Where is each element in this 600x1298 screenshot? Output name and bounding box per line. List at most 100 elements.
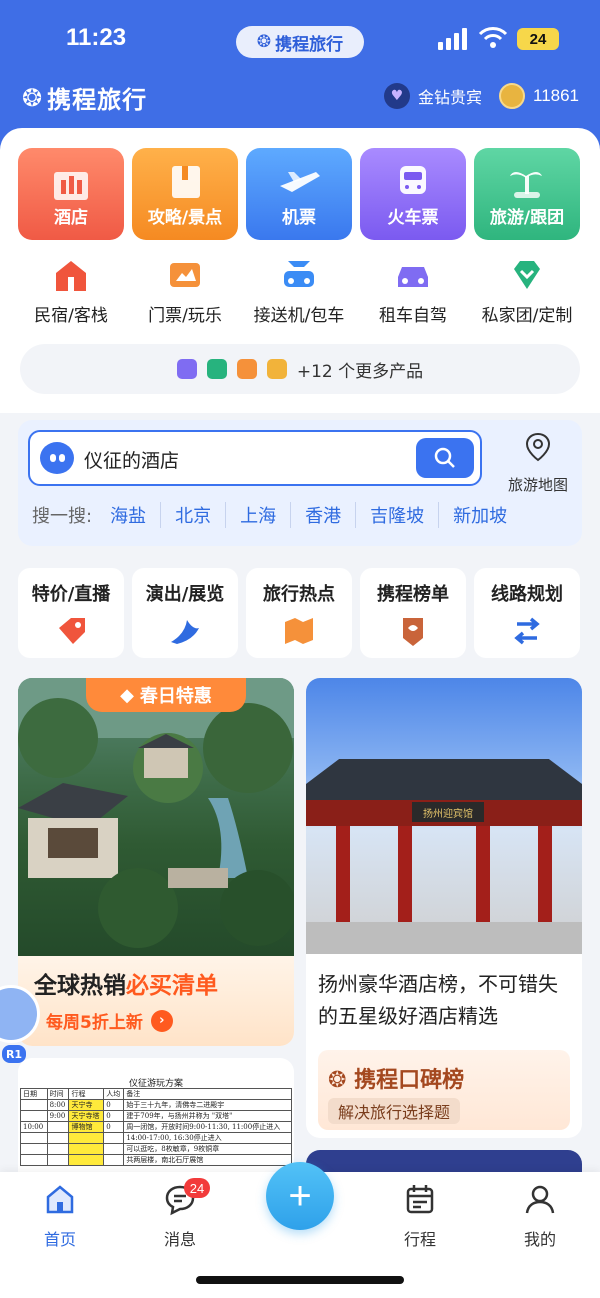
price-tag-icon: [59, 618, 85, 644]
nav-itinerary[interactable]: 行程: [380, 1182, 460, 1250]
guesthouse-gate-photo: 扬州迎宾馆: [306, 678, 582, 954]
guide-icon: [172, 166, 200, 198]
table-cell: 14:00-17:00, 16:30停止进入: [123, 1132, 292, 1144]
train-icon: [400, 166, 426, 194]
table-cell: [103, 1143, 125, 1155]
palm-icon: [510, 172, 542, 198]
quick-rankings[interactable]: 携程榜单: [360, 568, 466, 658]
points-value: 11861: [533, 86, 580, 105]
hot-keyword[interactable]: 北京: [160, 502, 225, 528]
promo-card-spring[interactable]: ◆ 春日特惠 全球热销必买清单 每周5折上新 ›: [18, 678, 294, 1046]
nav-home-label: 首页: [43, 1230, 76, 1249]
tile-train[interactable]: 火车票: [360, 148, 466, 240]
gate-pillar: [476, 826, 490, 926]
home-icon: [46, 1185, 74, 1214]
table-header: 备注: [123, 1088, 292, 1100]
table-cell: [46, 1132, 70, 1144]
reputation-ranking[interactable]: ❂ 携程口碑榜 解决旅行选择题: [318, 1050, 570, 1130]
tile-car-rental-label: 租车自驾: [379, 306, 447, 326]
unread-badge: 24: [184, 1178, 210, 1198]
table-cell: 共两层楼，南北石厅展馆: [123, 1154, 292, 1166]
tile-guide[interactable]: 攻略/景点: [132, 148, 238, 240]
tile-train-label: 火车票: [387, 208, 439, 228]
table-cell: 周一闭馆，开放时间9:00-11:30, 11:00停止进入: [123, 1121, 292, 1133]
tile-homestay[interactable]: 民宿/客栈: [14, 256, 128, 326]
hot-keyword[interactable]: 海盐: [106, 502, 160, 528]
nav-profile[interactable]: 我的: [500, 1182, 580, 1250]
quick-route[interactable]: 线路规划: [474, 568, 580, 658]
table-cell: 建于709年，与扬州并称为 "双塔": [123, 1110, 292, 1122]
itinerary-doc-card[interactable]: 仪征游玩方案 日期 时间 行程 人均 备注 8:00 天宁寺 0 始于三十九年，…: [18, 1058, 294, 1188]
quick-shows-label: 演出/展览: [145, 584, 225, 605]
hot-keyword[interactable]: 新加坡: [438, 502, 521, 528]
gate-sign: 扬州迎宾馆: [412, 802, 484, 822]
tile-hotel-label: 酒店: [54, 208, 88, 228]
ranking-logo-icon: ❂: [328, 1068, 355, 1093]
plus-icon[interactable]: +: [266, 1162, 334, 1230]
calendar-icon: [406, 1185, 434, 1214]
tile-transfer[interactable]: 接送机/包车: [242, 256, 356, 326]
quick-deals[interactable]: 特价/直播: [18, 568, 124, 658]
tile-car-rental[interactable]: 租车自驾: [356, 256, 470, 326]
signal-icon: [438, 28, 467, 50]
travel-map-button[interactable]: 旅游地图: [498, 432, 578, 495]
tile-hotel[interactable]: 酒店: [18, 148, 124, 240]
table-header: 时间: [46, 1088, 70, 1100]
tile-tour[interactable]: 旅游/跟团: [474, 148, 580, 240]
table-cell: 0: [103, 1099, 125, 1111]
search-button[interactable]: [416, 438, 474, 478]
home-indicator: [196, 1276, 404, 1284]
nav-messages[interactable]: 消息 24: [140, 1178, 220, 1250]
status-time: 11:23: [66, 24, 127, 51]
gate-ground: [306, 922, 582, 954]
tile-tickets[interactable]: 门票/玩乐: [128, 256, 242, 326]
brand-logo: ❂ 携程旅行: [22, 80, 147, 115]
assistant-mascot[interactable]: R1: [0, 985, 42, 1065]
table-cell: [20, 1099, 48, 1111]
table-cell: [20, 1143, 48, 1155]
primary-services: 酒店 攻略/景点 机票 火车票 旅游/跟团: [18, 148, 580, 240]
show-icon: [171, 620, 199, 644]
table-cell: 10:00: [20, 1121, 48, 1133]
secondary-services: 民宿/客栈 门票/玩乐 接送机/包车 租车自驾 私家团/定制: [14, 256, 584, 326]
table-header: 日期: [20, 1088, 48, 1100]
points-balance[interactable]: 11861: [499, 83, 579, 109]
more-products-button[interactable]: +12 个更多产品: [20, 344, 580, 394]
hot-keyword[interactable]: 上海: [225, 502, 290, 528]
tile-private-tour[interactable]: 私家团/定制: [470, 256, 584, 326]
hot-keyword[interactable]: 吉隆坡: [355, 502, 438, 528]
gate-pillar: [336, 826, 350, 926]
money-bag-icon: [266, 359, 287, 379]
table-cell: 8:00: [46, 1099, 70, 1111]
assistant-bot-icon[interactable]: [40, 442, 74, 474]
diamond-icon: [514, 261, 540, 289]
hotel-icon: [54, 172, 88, 200]
hot-keyword[interactable]: 香港: [290, 502, 355, 528]
tile-tickets-label: 门票/玩乐: [148, 306, 222, 326]
services-card: 酒店 攻略/景点 机票 火车票 旅游/跟团 民宿/客栈 门票/玩乐 接送机/包车…: [0, 128, 600, 413]
app-pill[interactable]: ❂ 携程旅行: [236, 26, 364, 58]
quick-shows[interactable]: 演出/展览: [132, 568, 238, 658]
nav-itinerary-label: 行程: [403, 1230, 436, 1249]
search-input[interactable]: 仪征的酒店: [28, 430, 482, 486]
tile-transfer-label: 接送机/包车: [253, 306, 345, 326]
wifi-icon: [478, 27, 508, 48]
quick-hotspots[interactable]: 旅行热点: [246, 568, 352, 658]
promo-banner[interactable]: 全球热销必买清单 每周5折上新 ›: [18, 956, 294, 1046]
tile-private-tour-label: 私家团/定制: [481, 306, 573, 326]
bus-icon: [176, 359, 197, 379]
map-pin-icon: [525, 432, 551, 462]
hotel-ranking-card[interactable]: 扬州迎宾馆 扬州豪华酒店榜，不可错失的五星级好酒店精选 ❂ 携程口碑榜 解决旅行…: [306, 678, 582, 1138]
nav-home[interactable]: 首页: [20, 1182, 100, 1250]
search-section: 仪征的酒店 旅游地图 搜一搜: 海盐 北京 上海 香港 吉隆坡 新加坡: [18, 420, 582, 546]
table-cell: 始于三十九年，清佛寺二进殿宇: [123, 1099, 292, 1111]
mascot-badge: R1: [2, 1045, 26, 1063]
search-icon: [434, 447, 455, 468]
vip-status[interactable]: ♥ 金钻贵宾: [384, 83, 482, 109]
quick-hotspots-label: 旅行热点: [263, 584, 335, 605]
table-cell: 博物馆: [68, 1121, 105, 1133]
table-cell: [68, 1143, 105, 1155]
quick-entries: 特价/直播 演出/展览 旅行热点 携程榜单 线路规划: [18, 568, 580, 658]
shopping-icon: [236, 359, 257, 379]
tile-flight[interactable]: 机票: [246, 148, 352, 240]
